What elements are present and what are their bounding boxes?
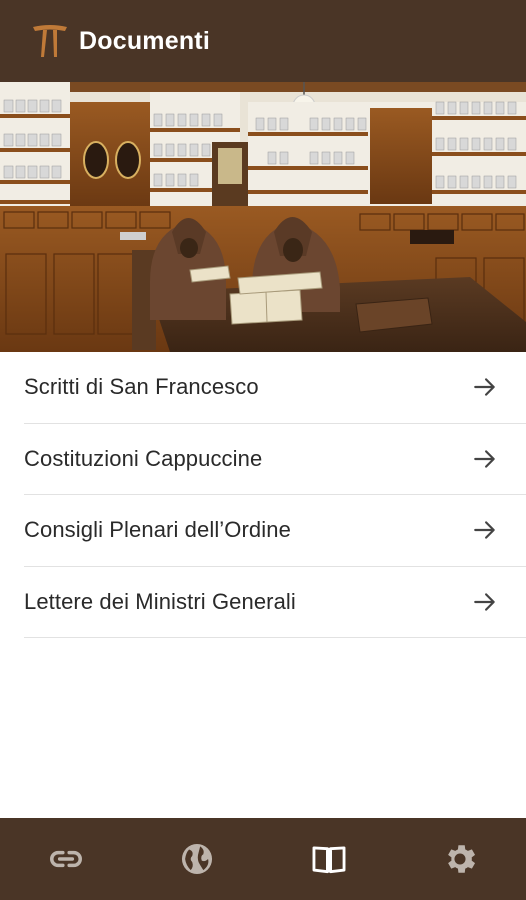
arrow-right-icon: [474, 521, 495, 539]
list-item-label: Scritti di San Francesco: [24, 374, 259, 400]
link-icon: [49, 850, 82, 868]
hero-image: [0, 82, 526, 352]
app-bar: Documenti: [0, 0, 526, 82]
page-title: Documenti: [79, 26, 210, 55]
list-item-lettere[interactable]: Lettere dei Ministri Generali: [24, 567, 526, 638]
bottom-navigation: [0, 818, 526, 900]
list-item-costituzioni[interactable]: Costituzioni Cappuccine: [24, 424, 526, 495]
nav-settings-button[interactable]: [427, 829, 493, 889]
globe-icon: [182, 843, 213, 875]
list-item-label: Lettere dei Ministri Generali: [24, 588, 296, 614]
arrow-right-icon: [474, 450, 495, 468]
list-item-label: Costituzioni Cappuccine: [24, 445, 263, 471]
list-item-label: Consigli Plenari dell’Ordine: [24, 517, 291, 543]
arrow-right-icon: [474, 593, 495, 611]
book-icon: [312, 846, 346, 874]
tau-cross-logo-icon: [33, 25, 67, 57]
list-item-consigli[interactable]: Consigli Plenari dell’Ordine: [24, 495, 526, 567]
gear-icon: [448, 845, 476, 873]
documents-list: Scritti di San Francesco Costituzioni Ca…: [0, 352, 526, 638]
nav-link-button[interactable]: [33, 829, 99, 889]
nav-documents-button[interactable]: [296, 829, 362, 889]
arrow-right-icon: [474, 378, 495, 396]
list-item-scritti[interactable]: Scritti di San Francesco: [24, 352, 526, 424]
nav-globe-button[interactable]: [164, 829, 230, 889]
